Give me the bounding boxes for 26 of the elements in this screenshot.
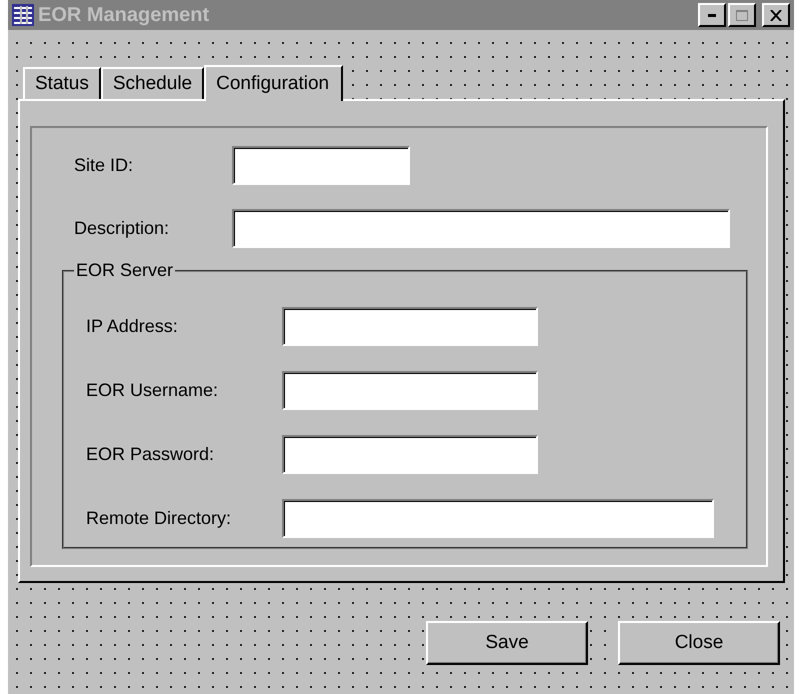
window-title: EOR Management xyxy=(38,4,210,26)
field-label: EOR Username: xyxy=(86,380,220,401)
group-title: EOR Server xyxy=(75,260,174,281)
field-label: Site ID: xyxy=(74,155,134,176)
maximize-button[interactable] xyxy=(728,3,756,27)
field-label: Description: xyxy=(74,218,170,239)
minimize-button[interactable] xyxy=(698,3,726,27)
close-button[interactable] xyxy=(762,3,790,27)
minimize-icon xyxy=(708,14,716,16)
input-field[interactable] xyxy=(232,209,730,248)
tab[interactable]: Status xyxy=(23,67,101,99)
app-icon xyxy=(12,4,34,26)
tab[interactable]: Configuration xyxy=(204,65,344,101)
input-field[interactable] xyxy=(282,307,538,346)
field-label: EOR Password: xyxy=(86,444,216,465)
field-label: IP Address: xyxy=(86,316,179,337)
input-field[interactable] xyxy=(282,499,714,538)
dialog-button[interactable]: Close xyxy=(618,621,780,665)
close-icon xyxy=(770,10,782,20)
dialog-button[interactable]: Save xyxy=(426,621,588,665)
input-field[interactable] xyxy=(282,371,538,410)
input-field[interactable] xyxy=(232,146,410,185)
tab[interactable]: Schedule xyxy=(100,67,204,99)
field-label: Remote Directory: xyxy=(86,508,232,529)
input-field[interactable] xyxy=(282,435,538,474)
maximize-icon xyxy=(736,10,748,20)
